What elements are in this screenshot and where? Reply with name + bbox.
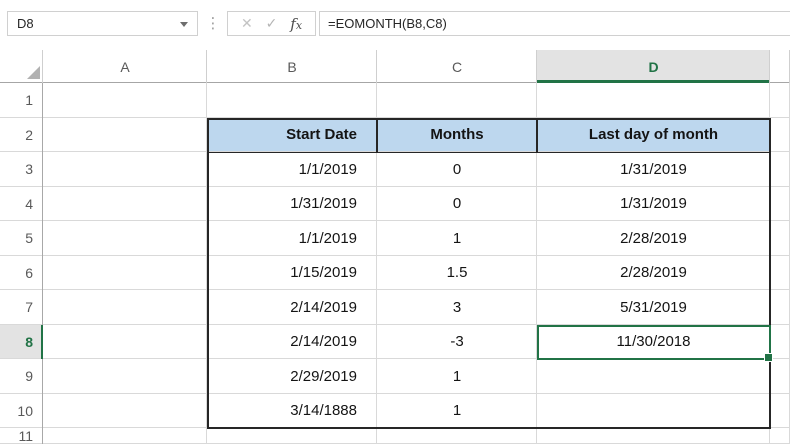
cancel-icon[interactable]: ✕ xyxy=(241,15,253,32)
formula-input[interactable]: =EOMONTH(B8,C8) xyxy=(319,11,790,36)
cell-b10[interactable]: 3/14/1888 xyxy=(207,393,377,428)
cell-a9[interactable] xyxy=(43,359,207,394)
row-header-1[interactable]: 1 xyxy=(0,83,43,118)
cell-e8[interactable] xyxy=(770,324,790,359)
cell-e4[interactable] xyxy=(770,186,790,221)
cell-c8[interactable]: -3 xyxy=(377,324,537,359)
cell-a1[interactable] xyxy=(43,83,207,118)
formula-bar-buttons: ✕ ✓ fx xyxy=(227,11,316,36)
cell-b5[interactable]: 1/1/2019 xyxy=(207,221,377,256)
cell-a6[interactable] xyxy=(43,255,207,290)
column-header-partial[interactable] xyxy=(770,50,790,83)
cell-c3[interactable]: 0 xyxy=(377,152,537,187)
cell-c10[interactable]: 1 xyxy=(377,393,537,428)
insert-function-icon[interactable]: fx xyxy=(290,15,302,33)
row-header-10[interactable]: 10 xyxy=(0,393,43,428)
cell-a7[interactable] xyxy=(43,290,207,325)
cell-d6[interactable]: 2/28/2019 xyxy=(537,255,770,290)
cell-b1[interactable] xyxy=(207,83,377,118)
row-header-9[interactable]: 9 xyxy=(0,359,43,394)
cell-c1[interactable] xyxy=(377,83,537,118)
cell-e7[interactable] xyxy=(770,290,790,325)
row-header-5[interactable]: 5 xyxy=(0,221,43,256)
cell-a11[interactable] xyxy=(43,428,207,444)
cell-d2[interactable]: Last day of month xyxy=(537,117,770,152)
cell-e9[interactable] xyxy=(770,359,790,394)
row-header-3[interactable]: 3 xyxy=(0,152,43,187)
cell-b2[interactable]: Start Date xyxy=(207,117,377,152)
fill-handle[interactable] xyxy=(764,352,773,362)
cell-a8[interactable] xyxy=(43,324,207,359)
cell-d4[interactable]: 1/31/2019 xyxy=(537,186,770,221)
cell-d1[interactable] xyxy=(537,83,770,118)
cell-d11[interactable] xyxy=(537,428,770,444)
cell-a2[interactable] xyxy=(43,117,207,152)
cell-b8[interactable]: 2/14/2019 xyxy=(207,324,377,359)
column-header-c[interactable]: C xyxy=(377,50,537,83)
row-header-11[interactable]: 11 xyxy=(0,428,43,444)
excel-window: D8 ⋮ ✕ ✓ fx =EOMONTH(B8,C8) A B C D 1 2 … xyxy=(0,0,790,444)
name-box[interactable]: D8 xyxy=(7,11,198,36)
cell-c11[interactable] xyxy=(377,428,537,444)
cell-a4[interactable] xyxy=(43,186,207,221)
cell-c7[interactable]: 3 xyxy=(377,290,537,325)
cell-d10[interactable] xyxy=(537,393,770,428)
name-box-dropdown-icon[interactable] xyxy=(180,22,188,27)
row-header-7[interactable]: 7 xyxy=(0,290,43,325)
cell-c9[interactable]: 1 xyxy=(377,359,537,394)
cell-e5[interactable] xyxy=(770,221,790,256)
cell-d9[interactable] xyxy=(537,359,770,394)
cell-e1[interactable] xyxy=(770,83,790,118)
cell-e11[interactable] xyxy=(770,428,790,444)
cell-b11[interactable] xyxy=(207,428,377,444)
cell-b9[interactable]: 2/29/2019 xyxy=(207,359,377,394)
cell-d7[interactable]: 5/31/2019 xyxy=(537,290,770,325)
name-box-value: D8 xyxy=(17,16,34,31)
cell-a10[interactable] xyxy=(43,393,207,428)
cell-c6[interactable]: 1.5 xyxy=(377,255,537,290)
formula-text: =EOMONTH(B8,C8) xyxy=(328,16,447,31)
cell-d5[interactable]: 2/28/2019 xyxy=(537,221,770,256)
cell-c4[interactable]: 0 xyxy=(377,186,537,221)
cell-e6[interactable] xyxy=(770,255,790,290)
cell-e3[interactable] xyxy=(770,152,790,187)
cell-d3[interactable]: 1/31/2019 xyxy=(537,152,770,187)
row-header-8[interactable]: 8 xyxy=(0,324,43,359)
column-header-a[interactable]: A xyxy=(43,50,207,83)
cell-b4[interactable]: 1/31/2019 xyxy=(207,186,377,221)
cell-b7[interactable]: 2/14/2019 xyxy=(207,290,377,325)
cell-d8-active[interactable]: 11/30/2018 xyxy=(537,324,770,359)
formula-bar-separator-dots: ⋮ xyxy=(205,15,221,32)
select-all-corner[interactable] xyxy=(0,50,43,83)
sheet-grid: A B C D 1 2 Start Date Months Last day o… xyxy=(0,50,790,444)
cell-e10[interactable] xyxy=(770,393,790,428)
cell-a3[interactable] xyxy=(43,152,207,187)
column-header-b[interactable]: B xyxy=(207,50,377,83)
cell-b3[interactable]: 1/1/2019 xyxy=(207,152,377,187)
row-header-4[interactable]: 4 xyxy=(0,186,43,221)
cell-b6[interactable]: 1/15/2019 xyxy=(207,255,377,290)
cell-c2[interactable]: Months xyxy=(377,117,537,152)
enter-icon[interactable]: ✓ xyxy=(266,15,278,32)
row-header-6[interactable]: 6 xyxy=(0,255,43,290)
row-header-2[interactable]: 2 xyxy=(0,117,43,152)
cell-c5[interactable]: 1 xyxy=(377,221,537,256)
cell-e2[interactable] xyxy=(770,117,790,152)
column-header-d[interactable]: D xyxy=(537,50,770,83)
cell-a5[interactable] xyxy=(43,221,207,256)
